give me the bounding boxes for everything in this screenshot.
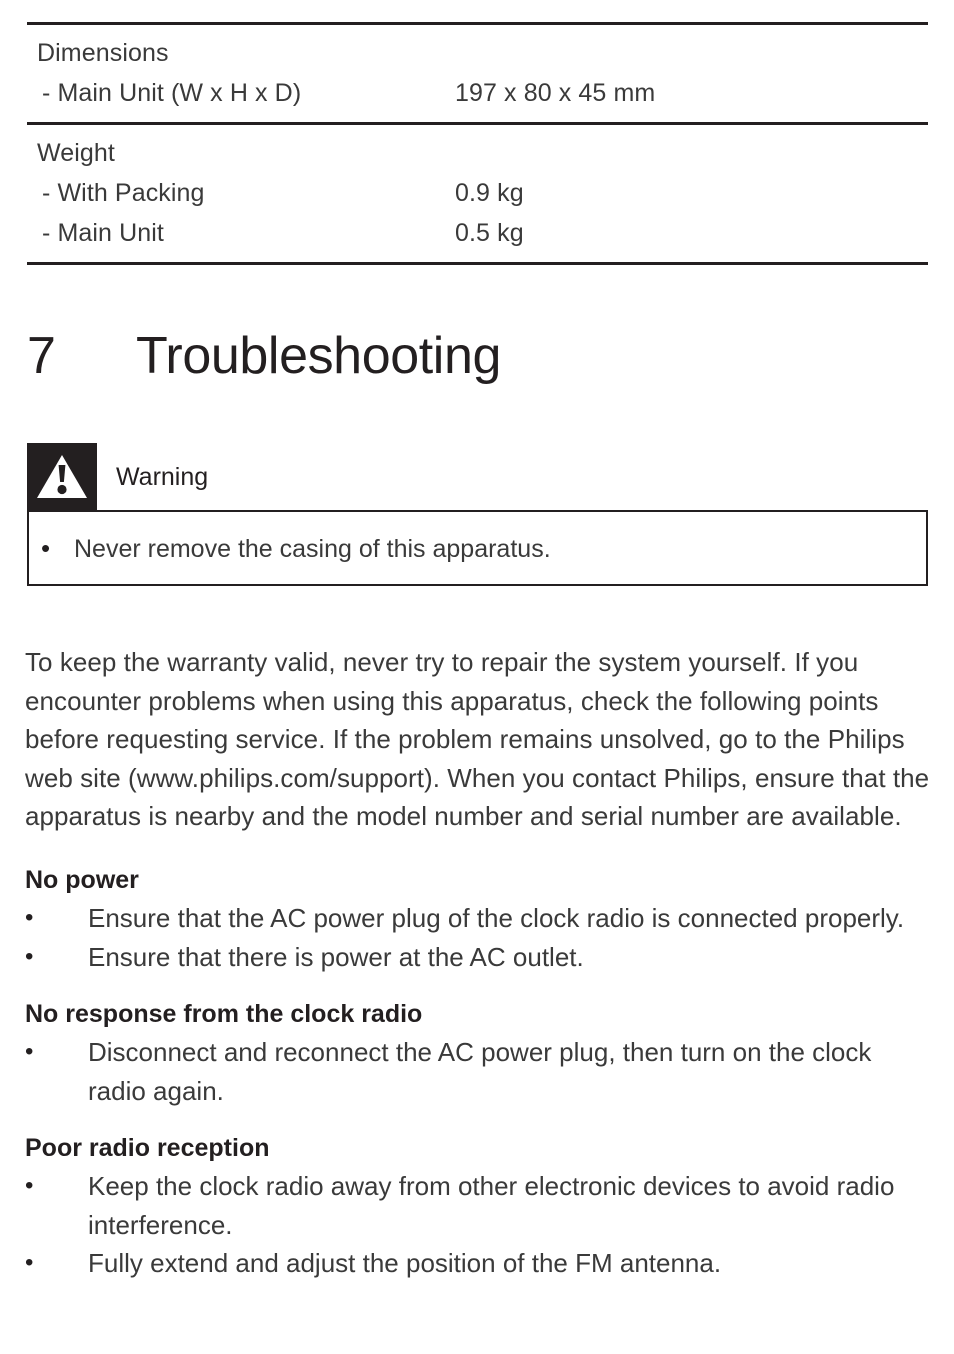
warning-block: Warning • Never remove the casing of thi… <box>27 443 928 586</box>
chapter-heading: 7 Troubleshooting <box>27 325 501 387</box>
bullet-glyph: • <box>41 532 51 563</box>
table-row: Dimensions <box>27 33 928 73</box>
document-page: Dimensions - Main Unit (W x H x D) 197 x… <box>0 0 954 1354</box>
table-bottom-rule <box>27 262 928 265</box>
table-row: Weight <box>27 133 928 173</box>
list-item-text: Fully extend and adjust the position of … <box>88 1248 722 1278</box>
spec-label: Dimensions <box>37 39 169 67</box>
table-row: - Main Unit 0.5 kg <box>27 213 928 253</box>
list-item: • Keep the clock radio away from other e… <box>25 1167 935 1244</box>
section-title: No response from the clock radio <box>25 1000 423 1028</box>
spec-value: 197 x 80 x 45 mm <box>455 79 656 107</box>
spec-label: - Main Unit (W x H x D) <box>42 79 302 107</box>
intro-paragraph: To keep the warranty valid, never try to… <box>25 647 930 831</box>
spec-label: Weight <box>37 139 115 167</box>
section-no-response: No response from the clock radio • Disco… <box>25 996 935 1110</box>
list-item: • Never remove the casing of this appara… <box>29 531 551 566</box>
page-title: Troubleshooting <box>136 327 501 385</box>
spec-group-weight: Weight - With Packing 0.9 kg - Main Unit… <box>27 125 928 262</box>
list-item: • Disconnect and reconnect the AC power … <box>25 1033 935 1110</box>
list-item: • Ensure that there is power at the AC o… <box>25 938 935 977</box>
bullet-glyph: • <box>25 1249 34 1276</box>
spec-label: - With Packing <box>42 179 205 207</box>
troubleshooting-sections: No power • Ensure that the AC power plug… <box>25 862 935 1283</box>
list-item-text: Keep the clock radio away from other ele… <box>88 1171 895 1240</box>
section-poor-reception: Poor radio reception • Keep the clock ra… <box>25 1130 935 1283</box>
spec-value: 0.5 kg <box>455 219 524 247</box>
spec-value: 0.9 kg <box>455 179 524 207</box>
list-item-text: Disconnect and reconnect the AC power pl… <box>88 1037 872 1106</box>
bullet-glyph: • <box>25 942 34 970</box>
warning-triangle-icon <box>27 443 97 510</box>
spec-label: - Main Unit <box>42 219 164 247</box>
list-item: • Ensure that the AC power plug of the c… <box>25 899 935 938</box>
specifications-table: Dimensions - Main Unit (W x H x D) 197 x… <box>27 22 928 265</box>
list-item: • Fully extend and adjust the position o… <box>25 1244 935 1283</box>
section-title: No power <box>25 866 139 894</box>
spec-group-dimensions: Dimensions - Main Unit (W x H x D) 197 x… <box>27 25 928 122</box>
list-item-text: Ensure that there is power at the AC out… <box>88 941 584 972</box>
warning-item-text: Never remove the casing of this apparatu… <box>74 534 551 563</box>
section-title: Poor radio reception <box>25 1134 270 1162</box>
section-no-power: No power • Ensure that the AC power plug… <box>25 862 935 976</box>
bullet-glyph: • <box>25 1038 34 1065</box>
warning-header: Warning <box>27 443 928 510</box>
bullet-glyph: • <box>25 904 34 931</box>
list-item-text: Ensure that the AC power plug of the clo… <box>88 903 905 933</box>
table-row: - Main Unit (W x H x D) 197 x 80 x 45 mm <box>27 73 928 113</box>
chapter-number: 7 <box>27 327 56 385</box>
bullet-glyph: • <box>25 1172 34 1199</box>
table-row: - With Packing 0.9 kg <box>27 173 928 213</box>
warning-label: Warning <box>116 462 209 491</box>
warning-content-box: • Never remove the casing of this appara… <box>27 510 928 586</box>
